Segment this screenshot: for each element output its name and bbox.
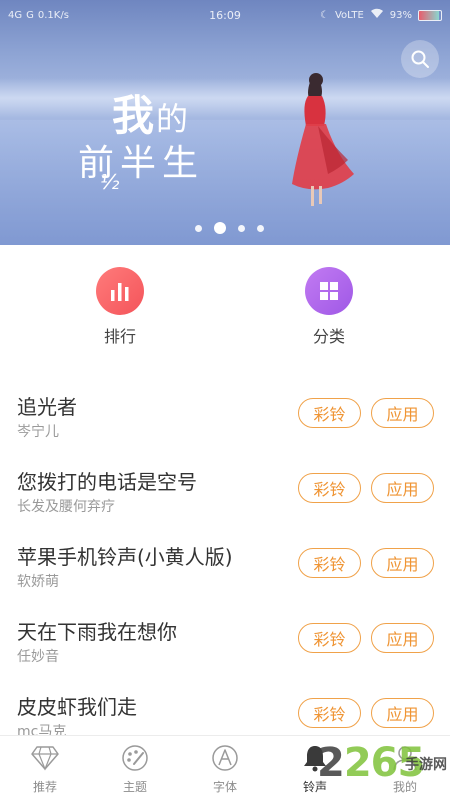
- list-item[interactable]: 追光者 岑宁儿 彩铃 应用: [0, 375, 450, 450]
- song-title: 皮皮虾我们走: [17, 695, 137, 719]
- tab-ringtone[interactable]: 铃声: [270, 736, 360, 799]
- carousel-dot[interactable]: [194, 224, 202, 232]
- crbt-button[interactable]: 彩铃: [298, 398, 361, 428]
- banner-carousel[interactable]: 4G G 0.1K/s 16:09 ☾ VoLTE 93% 我的 前半生 ½: [0, 0, 450, 245]
- list-item[interactable]: 您拨打的电话是空号 长发及腰何弃疗 彩铃 应用: [0, 450, 450, 525]
- ranking-circle: [96, 267, 144, 315]
- apply-button[interactable]: 应用: [371, 698, 434, 728]
- category-classify-button[interactable]: 分类: [279, 267, 379, 347]
- tab-label: 推荐: [32, 780, 57, 794]
- status-bar: 4G G 0.1K/s 16:09 ☾ VoLTE 93%: [0, 0, 450, 30]
- carousel-dot[interactable]: [237, 224, 245, 232]
- list-item[interactable]: 苹果手机铃声(小黄人版) 软娇萌 彩铃 应用: [0, 525, 450, 600]
- banner-title-fraction: ½: [100, 170, 120, 194]
- category-ranking-label: 排行: [103, 327, 136, 346]
- tab-label: 我的: [392, 780, 417, 794]
- song-title: 天在下雨我在想你: [17, 620, 177, 644]
- banner-title-line2: 前半生: [78, 143, 205, 184]
- banner-title-wo: 我: [112, 91, 157, 140]
- song-artist: 软娇萌: [17, 574, 59, 590]
- battery-icon: [418, 9, 442, 21]
- list-item[interactable]: 天在下雨我在想你 任妙音 彩铃 应用: [0, 600, 450, 675]
- bell-icon: [299, 742, 331, 774]
- apply-button[interactable]: 应用: [371, 398, 434, 428]
- tab-recommend[interactable]: 推荐: [0, 736, 90, 799]
- apply-button[interactable]: 应用: [371, 548, 434, 578]
- bottom-tab-bar: 推荐 主题 字体 铃声 我的: [0, 735, 450, 799]
- banner-horizon: [0, 78, 450, 118]
- banner-figure-image: [292, 73, 354, 206]
- carousel-dot[interactable]: [213, 222, 226, 234]
- category-classify-label: 分类: [312, 327, 345, 346]
- carousel-indicator[interactable]: [0, 222, 450, 234]
- crbt-button[interactable]: 彩铃: [298, 548, 361, 578]
- search-icon: [411, 50, 429, 68]
- font-icon: [209, 742, 241, 774]
- bar-chart-icon: [111, 283, 129, 301]
- song-title: 追光者: [17, 395, 77, 419]
- palette-icon: [119, 742, 151, 774]
- apply-button[interactable]: 应用: [371, 623, 434, 653]
- banner-title-de: 的: [156, 100, 191, 138]
- song-artist: 长发及腰何弃疗: [17, 499, 115, 515]
- crbt-button[interactable]: 彩铃: [298, 623, 361, 653]
- song-artist: 岑宁儿: [17, 424, 59, 440]
- song-artist: 任妙音: [17, 649, 59, 665]
- classify-circle: [305, 267, 353, 315]
- status-time: 16:09: [209, 8, 241, 22]
- search-button[interactable]: [401, 40, 439, 78]
- category-ranking-button[interactable]: 排行: [70, 267, 170, 347]
- apply-button[interactable]: 应用: [371, 473, 434, 503]
- ringtone-list: 追光者 岑宁儿 彩铃 应用 您拨打的电话是空号 长发及腰何弃疗 彩铃 应用 苹果…: [0, 375, 450, 750]
- person-icon: [389, 742, 421, 774]
- tab-font[interactable]: 字体: [180, 736, 270, 799]
- carousel-dot[interactable]: [256, 224, 264, 232]
- crbt-button[interactable]: 彩铃: [298, 698, 361, 728]
- crbt-button[interactable]: 彩铃: [298, 473, 361, 503]
- song-title: 苹果手机铃声(小黄人版): [17, 545, 233, 569]
- song-title: 您拨打的电话是空号: [17, 470, 197, 494]
- grid-icon: [320, 282, 338, 300]
- tab-label: 字体: [212, 780, 237, 794]
- tab-label: 铃声: [302, 780, 327, 794]
- tab-theme[interactable]: 主题: [90, 736, 180, 799]
- tab-mine[interactable]: 我的: [360, 736, 450, 799]
- tab-label: 主题: [122, 780, 147, 794]
- diamond-icon: [29, 742, 61, 774]
